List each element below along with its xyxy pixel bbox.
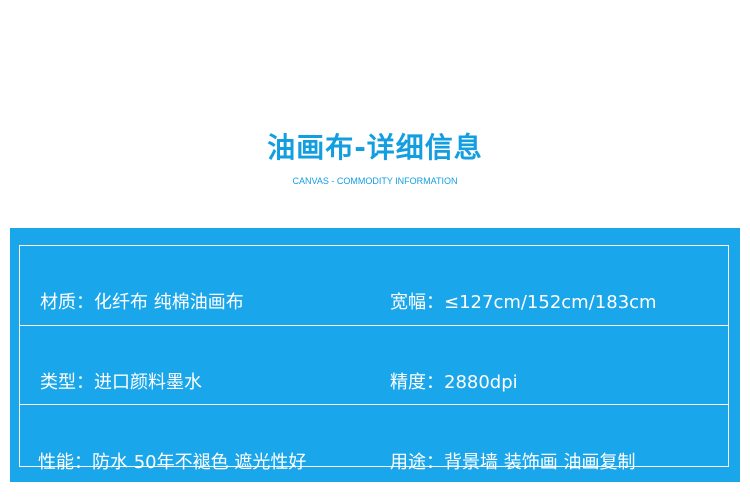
spec-panel: 材质：化纤布 纯棉油画布 宽幅：≤127cm/152cm/183cm 类型：进口…: [10, 228, 740, 482]
spec-label: 用途：: [390, 452, 444, 473]
spec-value: ≤127cm/152cm/183cm: [444, 292, 657, 313]
spec-value: 进口颜料墨水: [94, 372, 202, 393]
spec-row: 类型：进口颜料墨水 精度：2880dpi: [20, 325, 728, 405]
page-title: 油画布-详细信息: [267, 131, 483, 164]
spec-label: 材质：: [40, 292, 94, 313]
spec-usage: 用途：背景墙 装饰画 油画复制: [390, 451, 635, 475]
spec-width: 宽幅：≤127cm/152cm/183cm: [390, 291, 657, 315]
spec-label: 类型：: [40, 372, 94, 393]
spec-value: 防水 50年不褪色 遮光性好: [92, 452, 307, 473]
spec-label: 性能：: [38, 452, 92, 473]
spec-value: 背景墙 装饰画 油画复制: [444, 452, 636, 473]
spec-material: 材质：化纤布 纯棉油画布: [40, 291, 244, 315]
spec-label: 精度：: [390, 372, 444, 393]
page-subtitle: CANVAS - COMMODITY INFORMATION: [292, 176, 458, 186]
spec-table: 材质：化纤布 纯棉油画布 宽幅：≤127cm/152cm/183cm 类型：进口…: [19, 245, 729, 473]
spec-performance: 性能：防水 50年不褪色 遮光性好: [38, 451, 306, 475]
spec-row: 材质：化纤布 纯棉油画布 宽幅：≤127cm/152cm/183cm: [20, 246, 728, 326]
spec-value: 2880dpi: [444, 372, 518, 393]
spec-precision: 精度：2880dpi: [390, 371, 518, 395]
spec-value: 化纤布 纯棉油画布: [94, 292, 244, 313]
spec-type: 类型：进口颜料墨水: [40, 371, 202, 395]
spec-label: 宽幅：: [390, 292, 444, 313]
spec-row: 性能：防水 50年不褪色 遮光性好 用途：背景墙 装饰画 油画复制: [20, 404, 728, 473]
